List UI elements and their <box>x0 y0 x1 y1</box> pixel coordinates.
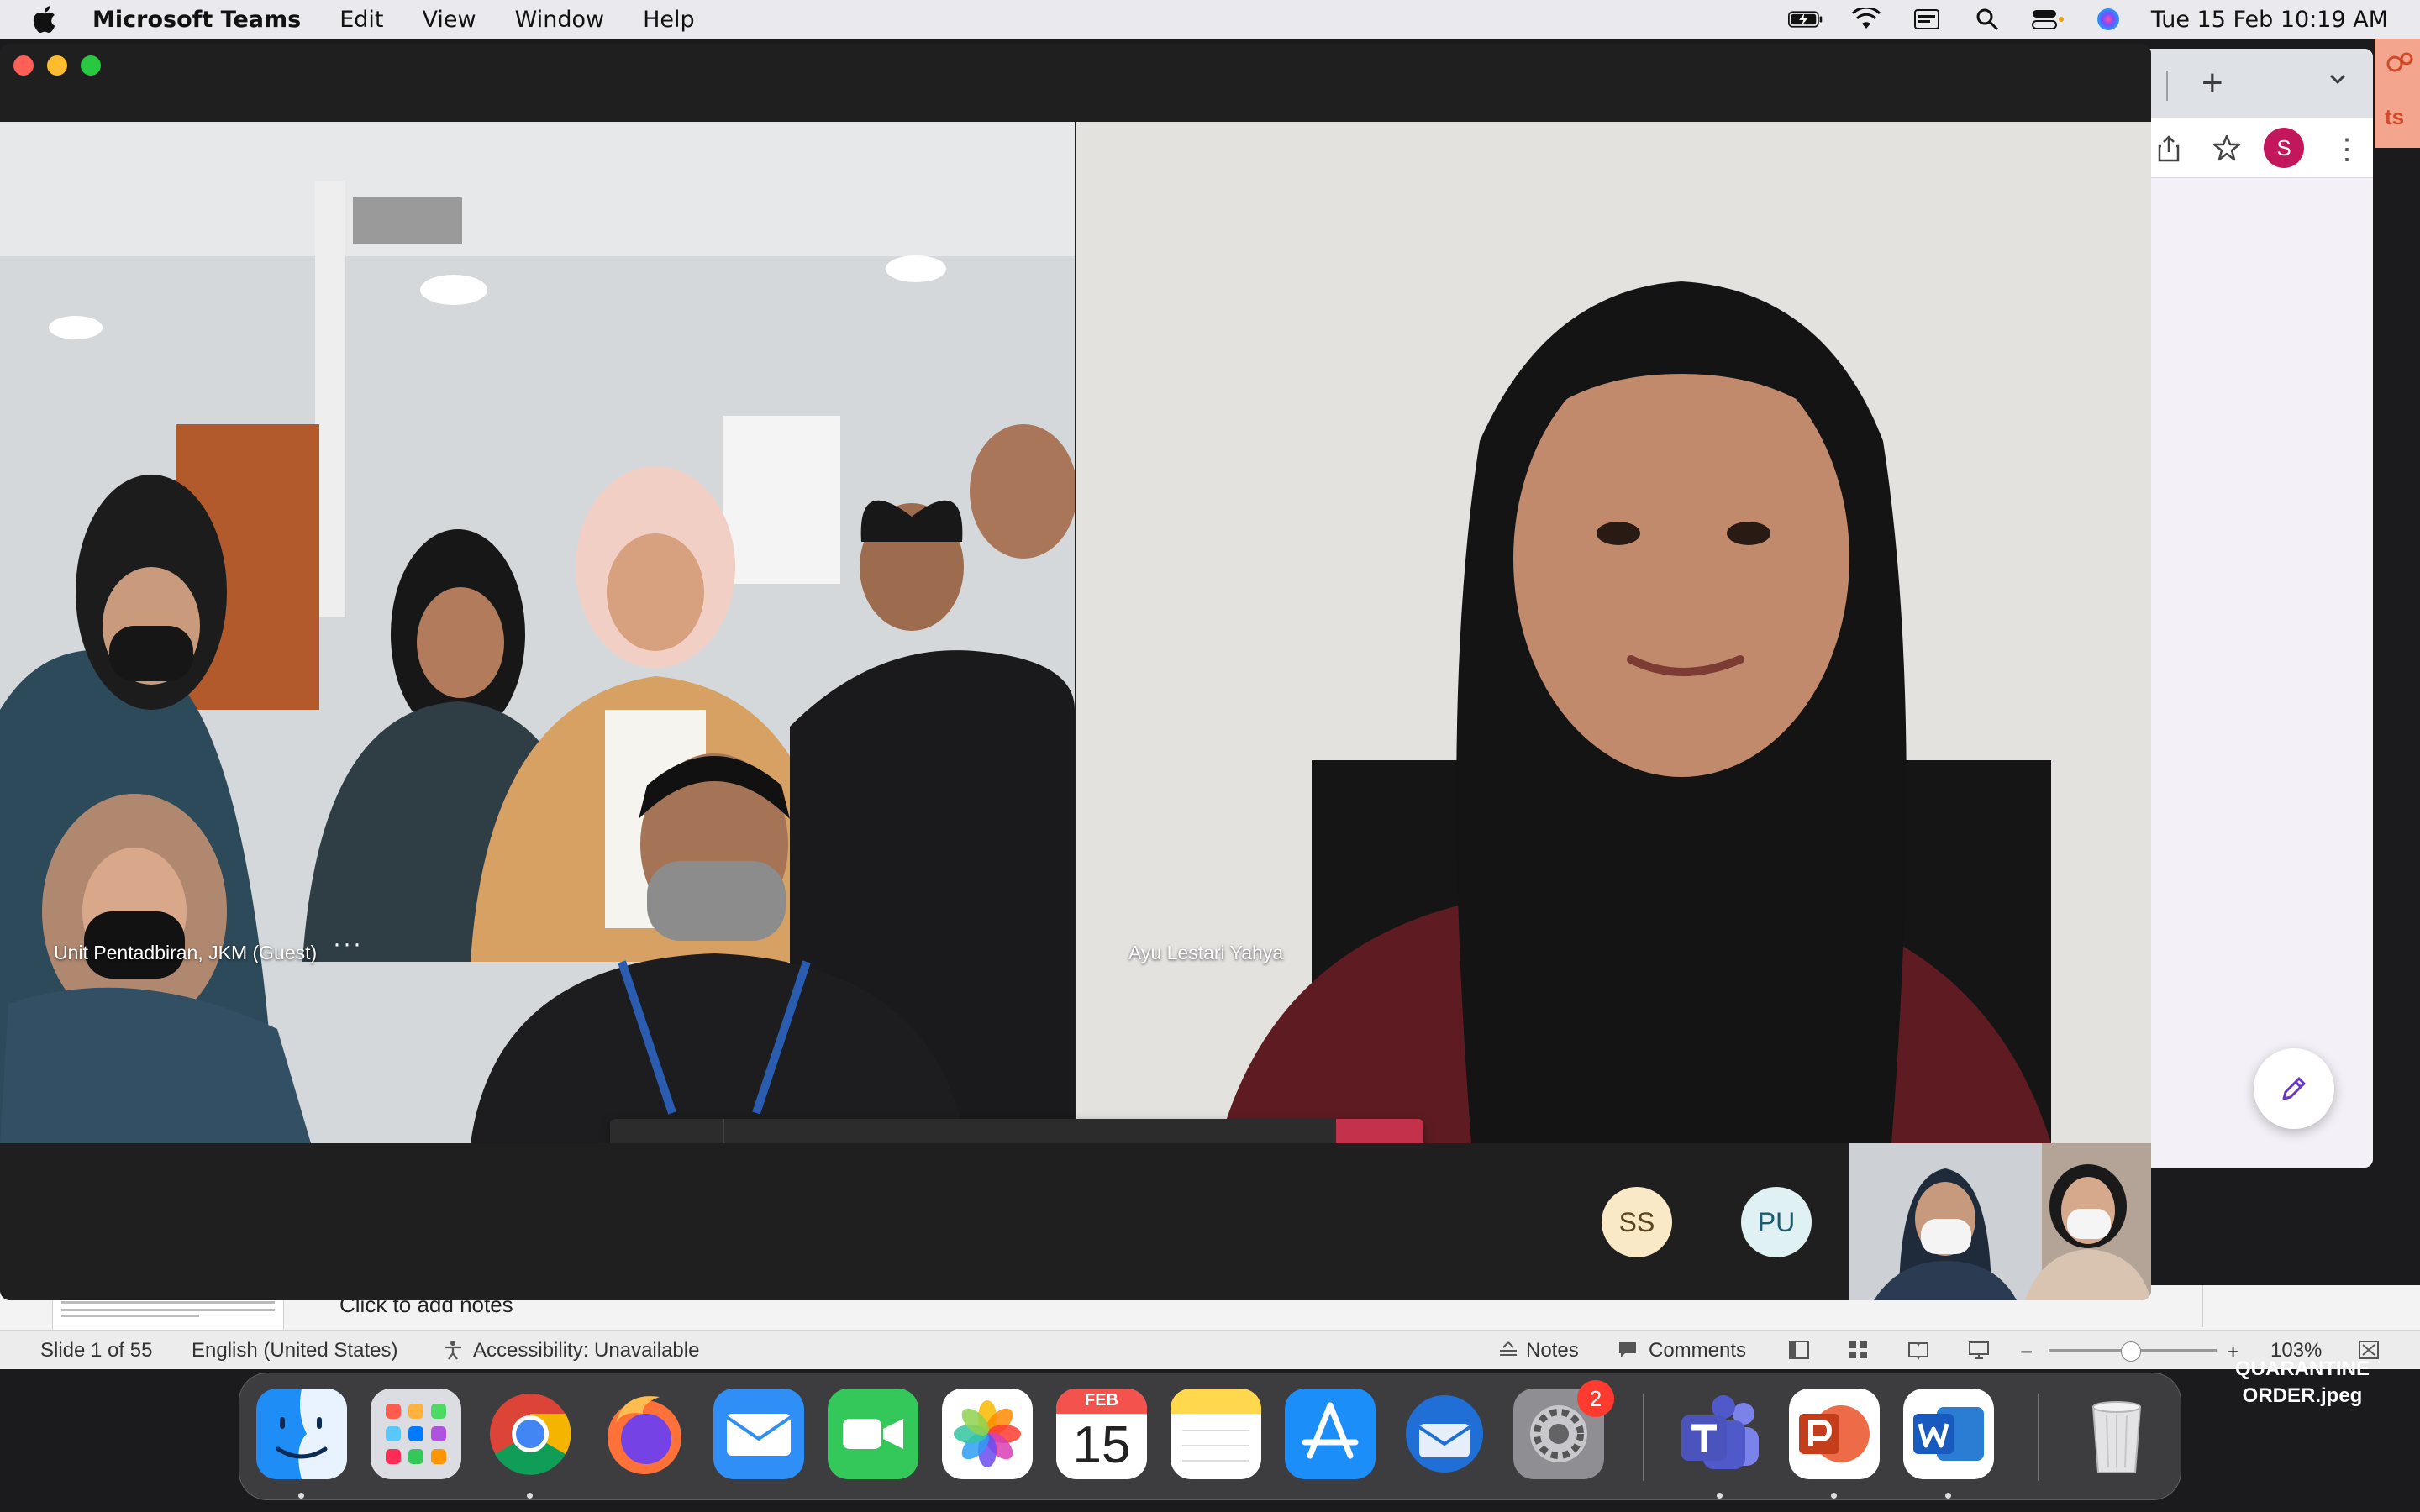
self-view-video[interactable] <box>1849 1143 2151 1300</box>
participant-name-label: Ayu Lestari Yahya <box>1128 942 1284 963</box>
notes-icon <box>1500 1341 1517 1356</box>
accessibility-status[interactable]: Accessibility: Unavailable <box>473 1339 699 1362</box>
running-indicator <box>1717 1493 1723 1499</box>
apple-menu-icon[interactable] <box>29 4 59 34</box>
status-area: Tue 15 Feb 10:19 AM <box>1787 0 2388 39</box>
chrome-toolbar: S ⋮ <box>2118 118 2373 178</box>
participant-more-options[interactable]: ··· <box>333 930 363 958</box>
zoom-window-button[interactable] <box>81 55 101 76</box>
tab-divider <box>2166 71 2168 101</box>
notification-badge: 2 <box>1577 1380 1614 1417</box>
teams-window: Unit Pentadbiran, JKM (Guest) ··· Ayu Le… <box>0 44 2151 1300</box>
thunderbird-icon[interactable] <box>1399 1389 1490 1479</box>
speaker-video-image <box>1076 122 2151 1143</box>
notes-button[interactable]: Notes <box>1526 1339 1579 1362</box>
participant-video-tile[interactable]: Unit Pentadbiran, JKM (Guest) ··· <box>0 122 1075 1143</box>
participant-avatar[interactable]: SS <box>1602 1187 1672 1257</box>
mail-icon[interactable] <box>713 1389 804 1479</box>
desktop-file-label[interactable]: QUARANTINE ORDER.jpeg <box>2218 1356 2386 1410</box>
bookmark-star-icon[interactable] <box>2212 133 2242 163</box>
menu-app-name[interactable]: Microsoft Teams <box>92 7 301 33</box>
teams-icon[interactable] <box>1675 1389 1765 1479</box>
menu-help[interactable]: Help <box>643 7 695 33</box>
battery-charging-icon[interactable] <box>1787 7 1823 32</box>
zoom-out-button[interactable]: − <box>2020 1339 2033 1365</box>
edge-text: ts <box>2385 104 2405 129</box>
group-video-image <box>0 122 1075 1143</box>
menu-window[interactable]: Window <box>515 7 604 33</box>
chrome-icon[interactable] <box>485 1389 576 1479</box>
keyboard-input-icon[interactable] <box>1909 7 1944 32</box>
pencil-icon <box>2282 1077 2306 1100</box>
launchpad-icon[interactable] <box>371 1389 461 1479</box>
file-name-line: QUARANTINE <box>2235 1357 2370 1380</box>
slide-thumbnail[interactable] <box>52 1295 284 1331</box>
word-icon[interactable] <box>1903 1389 1994 1479</box>
pane-divider <box>2202 1285 2203 1327</box>
slide-indicator: Slide 1 of 55 <box>40 1339 153 1362</box>
menu-view[interactable]: View <box>423 7 476 33</box>
dock-separator <box>1643 1394 1644 1481</box>
facetime-icon[interactable] <box>828 1389 918 1479</box>
participant-avatar[interactable]: PU <box>1741 1187 1812 1257</box>
dock-separator <box>2038 1394 2039 1481</box>
notes-app-icon[interactable] <box>1171 1389 1261 1479</box>
wifi-icon[interactable] <box>1849 7 1884 32</box>
menu-bar: Microsoft Teams Edit View Window Help Tu… <box>0 0 2420 39</box>
language-indicator[interactable]: English (United States) <box>192 1339 397 1362</box>
share-icon[interactable] <box>2156 134 2181 163</box>
normal-view-icon[interactable] <box>1788 1340 1810 1360</box>
zoom-slider-handle[interactable] <box>2121 1341 2141 1362</box>
teams-title-bar <box>0 44 2151 122</box>
speaker-video-tile[interactable]: Ayu Lestari Yahya <box>1076 122 2151 1143</box>
firefox-icon[interactable] <box>599 1389 690 1479</box>
photos-icon[interactable] <box>942 1389 1033 1479</box>
self-view-image <box>1849 1143 2151 1300</box>
running-indicator <box>527 1493 533 1499</box>
background-window-edge: ts <box>2375 39 2420 148</box>
app-edge-icon <box>2386 52 2413 72</box>
calendar-month: FEB <box>1085 1391 1118 1410</box>
trash-icon[interactable] <box>2071 1389 2162 1479</box>
slide-sorter-icon[interactable] <box>1847 1340 1869 1360</box>
close-window-button[interactable] <box>13 55 34 76</box>
app-store-icon[interactable] <box>1285 1389 1376 1479</box>
reading-view-icon[interactable] <box>1907 1340 1929 1360</box>
running-indicator <box>298 1493 304 1499</box>
participant-name-label: Unit Pentadbiran, JKM (Guest) <box>54 942 318 963</box>
chrome-profile-avatar[interactable]: S <box>2264 128 2304 168</box>
control-center-icon[interactable] <box>2030 7 2065 32</box>
running-indicator <box>1831 1493 1837 1499</box>
calendar-day: 15 <box>1072 1416 1131 1474</box>
powerpoint-icon[interactable] <box>1789 1389 1880 1479</box>
file-name-line: ORDER.jpeg <box>2242 1384 2363 1407</box>
spotlight-search-icon[interactable] <box>1970 7 2005 32</box>
minimize-window-button[interactable] <box>47 55 67 76</box>
chrome-tab-strip: + <box>2118 49 2373 118</box>
comments-icon <box>1619 1342 1636 1357</box>
compose-button[interactable] <box>2254 1048 2334 1129</box>
menu-edit[interactable]: Edit <box>339 7 383 33</box>
participant-strip: SS PU <box>0 1143 2151 1300</box>
siri-icon[interactable] <box>2091 7 2126 32</box>
running-indicator <box>1945 1493 1951 1499</box>
video-stage: Unit Pentadbiran, JKM (Guest) ··· Ayu Le… <box>0 122 2151 1205</box>
finder-icon[interactable] <box>256 1389 347 1479</box>
slideshow-icon[interactable] <box>1968 1340 1990 1360</box>
chrome-window: + S ⋮ <box>2118 49 2373 1168</box>
dock: FEB 15 2 <box>239 1373 2181 1500</box>
accessibility-icon <box>445 1341 461 1360</box>
new-tab-button[interactable]: + <box>2202 62 2223 104</box>
chevron-down-icon[interactable] <box>2324 66 2351 92</box>
powerpoint-status-bar: Slide 1 of 55 English (United States) Ac… <box>0 1330 2420 1368</box>
chrome-menu-icon[interactable]: ⋮ <box>2333 133 2361 166</box>
calendar-icon[interactable]: FEB 15 <box>1056 1389 1147 1479</box>
menu-clock[interactable]: Tue 15 Feb 10:19 AM <box>2151 7 2388 33</box>
comments-button[interactable]: Comments <box>1649 1339 1746 1362</box>
